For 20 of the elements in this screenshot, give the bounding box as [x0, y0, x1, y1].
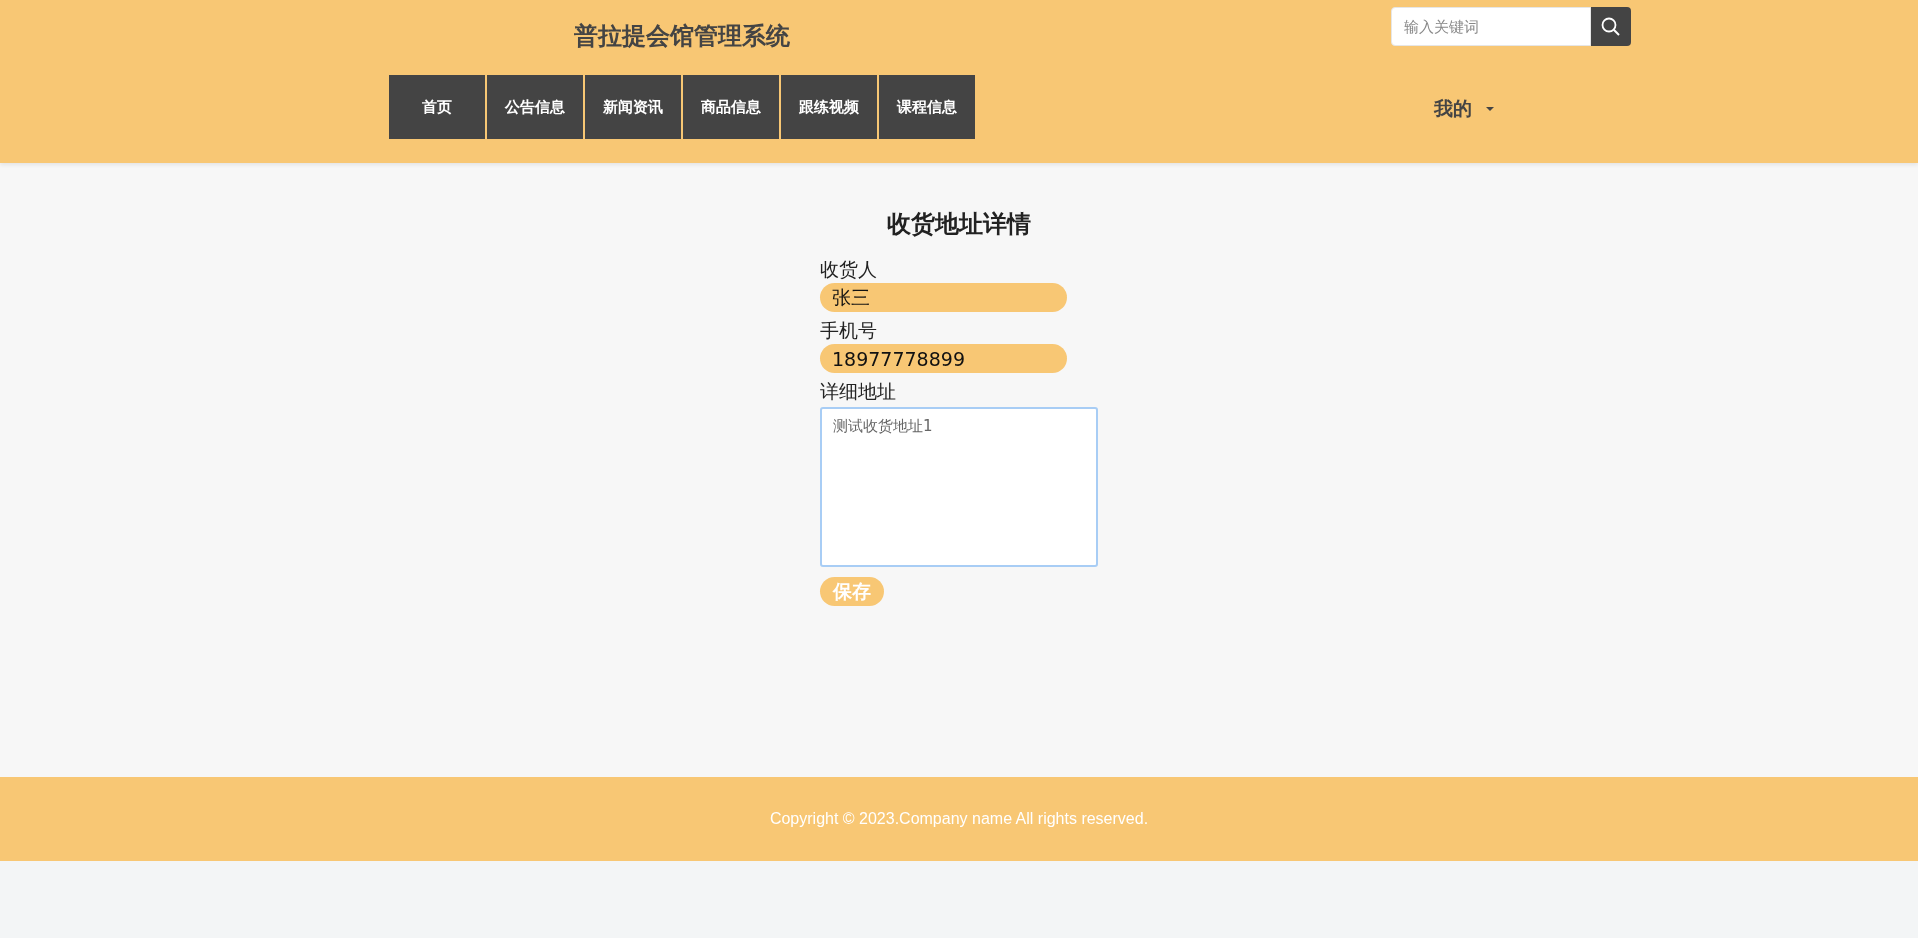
nav-tab[interactable]: 课程信息 [879, 75, 975, 139]
caret-icon [1486, 107, 1494, 111]
nav-tab[interactable]: 商品信息 [683, 75, 779, 139]
user-menu[interactable]: 我的 [1434, 96, 1494, 122]
nav-tab[interactable]: 公告信息 [487, 75, 583, 139]
field-label: 手机号 [820, 318, 878, 343]
page-heading: 收货地址详情 [887, 209, 1031, 240]
address-textarea[interactable]: 测试收货地址1 [820, 407, 1098, 567]
site-title: 普拉提会馆管理系统 [574, 21, 790, 52]
search-icon [1601, 16, 1621, 37]
nav-tab[interactable]: 新闻资讯 [585, 75, 681, 139]
nav-tab[interactable]: 跟练视频 [781, 75, 877, 139]
search-field[interactable]: 输入关键词 [1391, 7, 1591, 46]
copyright-text: Copyright © 2023.Company name All rights reserved. [769, 810, 1149, 828]
search-button[interactable] [1591, 7, 1631, 46]
input-field[interactable]: 18977778899 [820, 344, 1067, 373]
field-label: 收货人 [820, 257, 878, 282]
input-field[interactable]: 张三 [820, 283, 1067, 312]
field-label: 详细地址 [820, 379, 897, 404]
nav-tab[interactable]: 首页 [389, 75, 485, 139]
